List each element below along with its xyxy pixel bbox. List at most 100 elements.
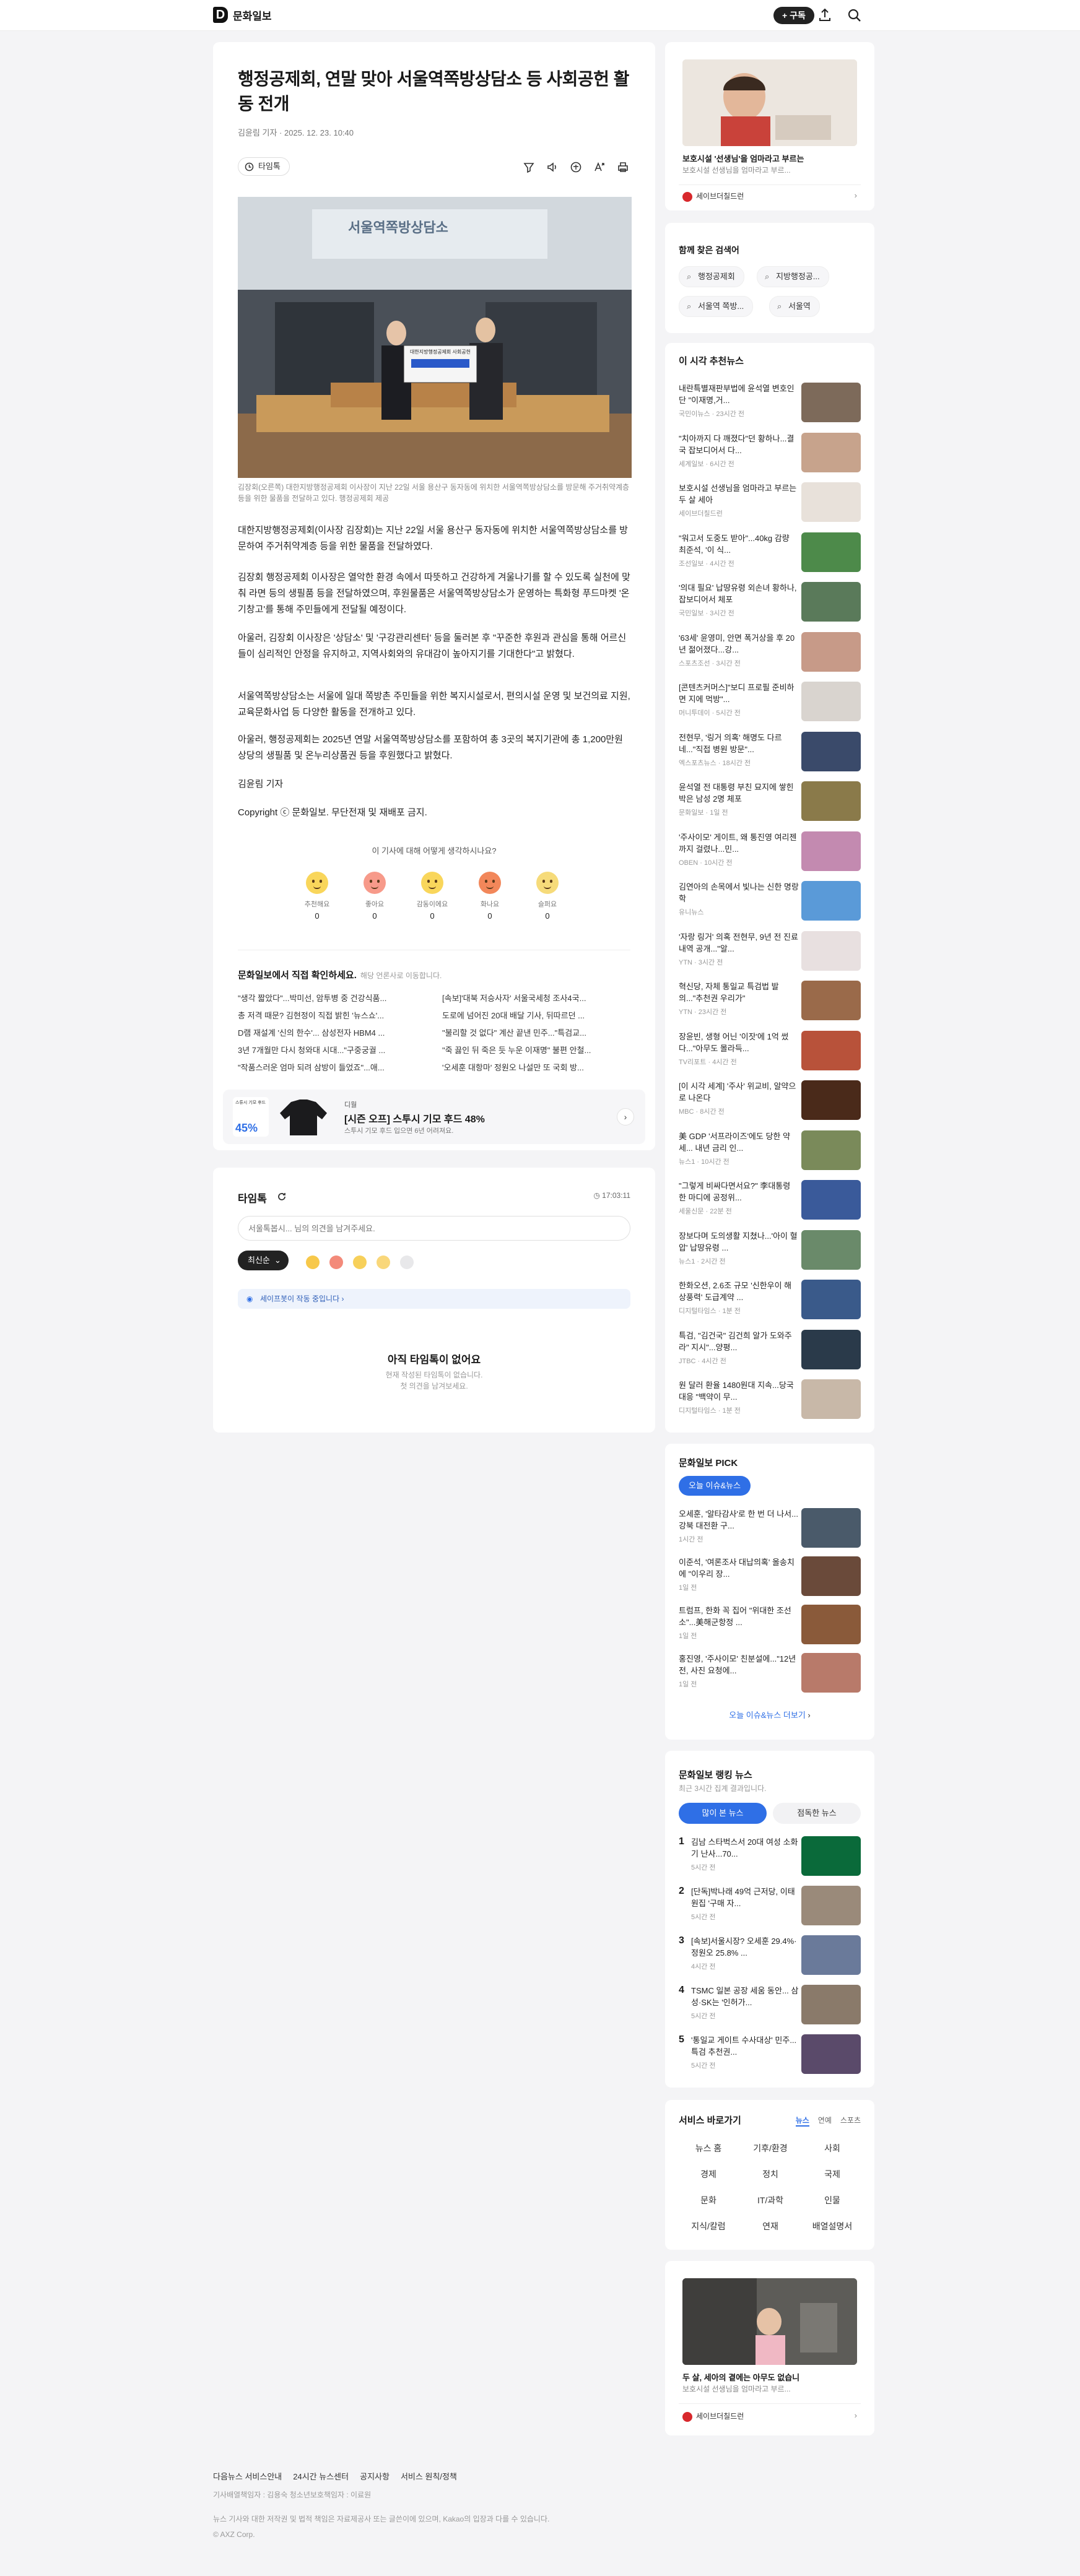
sort-dropdown[interactable]: 최신순 ⌄	[238, 1251, 289, 1270]
service-link[interactable]: 사회	[803, 2142, 862, 2154]
recommend-meta: 엑스포츠뉴스 · 18시간 전	[679, 759, 751, 767]
recommend-item[interactable]: 장윤빈, 생형 어닌 '이잣'에 1억 썼다..."아무도 몰라득... TV리포…	[679, 1030, 861, 1072]
recommend-item[interactable]: 전현무, '링거 의혹' 해명도 다르네..."직접 병원 방문"... 엑스포츠…	[679, 731, 861, 773]
recommend-item[interactable]: "치아까지 다 깨졌다"던 황하나...결국 잡보디어서 다... 세계일보 · …	[679, 432, 861, 474]
keyword-chip[interactable]: ⌕ 지방행정공...	[757, 266, 829, 287]
service-link[interactable]: 국제	[803, 2168, 862, 2180]
recommend-item[interactable]: 내란특별재판부법에 윤석열 변호인단 "이재명,거... 국민이뉴스 · 23시간…	[679, 383, 861, 423]
pick-item[interactable]: 홍진영, '주사이모' 친분설에..."12년 전, 사진 요청에... 1일 전	[679, 1653, 861, 1694]
service-link[interactable]: 배열설명서	[803, 2220, 862, 2232]
service-link[interactable]: 경제	[679, 2168, 738, 2180]
services-tab-ent[interactable]: 연예	[818, 2115, 832, 2127]
recommend-item[interactable]: "워고서 도중도 받아"...40kg 감량 최준석, '이 식... 조선일보 …	[679, 532, 861, 573]
pick-item[interactable]: 트럼프, 한화 꼭 집어 "위대한 조선소"...美해군항정 ... 1일 전	[679, 1605, 861, 1646]
footer-link[interactable]: 공지사항	[360, 2470, 390, 2482]
recommend-item[interactable]: 혁신당, 자체 통일교 특검법 발의..."추천권 우리가" YTN · 23시간…	[679, 981, 861, 1021]
related-link[interactable]: "작품스러운 엄마 되려 삼방이 들었죠"...애...	[238, 1061, 424, 1073]
keyword-chip[interactable]: ⌕ 행정공제회	[679, 266, 744, 287]
reaction-button[interactable]: 감동이에요 0	[411, 872, 454, 921]
related-link[interactable]: "죽 끓인 뒤 죽은 듯 누운 이재명" 불편 안철...	[442, 1044, 628, 1056]
ranking-item[interactable]: 1 김남 스타벅스서 20대 여성 소화기 난사...70... 5시간 전	[679, 1836, 861, 1877]
recommend-meta: 세이브더칠드런	[679, 510, 723, 518]
refresh-icon[interactable]	[276, 1191, 287, 1202]
site-logo[interactable]: D 문화일보	[213, 7, 272, 23]
footer-link[interactable]: 24시간 뉴스센터	[293, 2470, 349, 2482]
reaction-button[interactable]: 화나요 0	[468, 872, 512, 921]
emoji-filter-icon[interactable]	[400, 1255, 414, 1269]
chevron-right-icon[interactable]: ›	[617, 1108, 634, 1125]
footer-link[interactable]: 서비스 원칙/정책	[401, 2470, 457, 2482]
related-link[interactable]: [속보]'대북 저승사자' 서울국세청 조사4국...	[442, 992, 628, 1004]
emoji-filter-icon[interactable]	[353, 1255, 367, 1269]
service-link[interactable]: IT/과학	[741, 2194, 800, 2206]
pick-more-link[interactable]: 오늘 이슈&뉴스 더보기 ›	[679, 1709, 861, 1720]
share-icon[interactable]	[816, 7, 834, 24]
services-tab-sports[interactable]: 스포츠	[840, 2115, 861, 2127]
side-ad-card[interactable]: 보호시설 '선생님'을 엄마라고 부르는 보호시설 선생님을 엄마라고 부르..…	[665, 42, 874, 210]
emoji-filter-icon[interactable]	[329, 1255, 343, 1269]
related-link[interactable]: 도로에 넘어진 20대 배달 기사, 뒤따르던 ...	[442, 1009, 628, 1021]
emoji-filter-icon[interactable]	[377, 1255, 390, 1269]
ranking-item[interactable]: 5 '통일교 게이트 수사대상' 민주... 특검 추천권... 5시간 전	[679, 2034, 861, 2075]
reaction-button[interactable]: 좋아요 0	[353, 872, 396, 921]
safebot-banner[interactable]: ◉ 세이프봇이 작동 중입니다 ›	[238, 1289, 630, 1309]
side-ad2-card[interactable]: 두 살, 세아의 곁에는 아무도 없습니 보호시설 선생님을 엄마라고 부르..…	[665, 2261, 874, 2435]
recommend-item[interactable]: '의대 필요' 납땅유령 외손녀 황하나, 잡보디어서 체포 국민일보 · 3시간…	[679, 582, 861, 623]
footer-link[interactable]: 다음뉴스 서비스안내	[213, 2470, 282, 2482]
related-link[interactable]: "생각 짧았다"...박미선, 암투병 중 건강식품...	[238, 992, 424, 1004]
service-link[interactable]: 정치	[741, 2168, 800, 2180]
service-link[interactable]: 뉴스 홈	[679, 2142, 738, 2154]
reaction-button[interactable]: 슬퍼요 0	[526, 872, 569, 921]
empty-title: 아직 타임톡이 없어요	[387, 1354, 481, 1366]
article-ad[interactable]: 스튜시 기모 후드 45% 디월 [시즌 오프] 스투시 기모 후드 48% 스…	[223, 1090, 645, 1144]
print-icon[interactable]	[616, 160, 630, 175]
keyword-chip[interactable]: ⌕ 서울역	[769, 296, 820, 317]
recommend-item[interactable]: "그렇게 비싸다면서요?" 李대통령 한 마디에 공정위... 세울신문 · 22…	[679, 1180, 861, 1221]
recommend-item[interactable]: 한화오션, 2.6조 규모 '신한우이 해상풍력' 도급계약 ... 디지털타임스…	[679, 1280, 861, 1321]
ranking-item[interactable]: 3 [속보]서울시장? 오세훈 29.4%·정원오 25.8% ... 4시간 전	[679, 1935, 861, 1976]
recommend-item[interactable]: 원 달러 환율 1480원대 지속...당국 대응 "백약이 무... 디지털타임…	[679, 1379, 861, 1420]
related-link[interactable]: 3년 7개월만 다시 청와대 시대..."구중궁궐 ...	[238, 1044, 424, 1056]
service-link[interactable]: 인물	[803, 2194, 862, 2206]
recommend-item[interactable]: 장보다며 도의생활 지쳤나...'아이 혈압' 납땅유령 ... 뉴스1 · 2시…	[679, 1229, 861, 1271]
services-tab-news[interactable]: 뉴스	[795, 2115, 809, 2127]
recommend-item[interactable]: 보호시설 선생님을 엄마라고 부르는 두 살 세아 세이브더칠드런	[679, 482, 861, 523]
service-link[interactable]: 연재	[741, 2220, 800, 2232]
service-link[interactable]: 기후/환경	[741, 2142, 800, 2154]
recommend-item[interactable]: 특검, "김건국" 김건희 알가 도와주라" 지시"...양평... JTBC ·…	[679, 1329, 861, 1371]
service-link[interactable]: 문화	[679, 2194, 738, 2206]
recommend-item[interactable]: 김연아의 손목에서 빛나는 신한 명랑학 유니뉴스	[679, 881, 861, 922]
emoji-filter-icon[interactable]	[306, 1255, 320, 1269]
recommend-item[interactable]: 윤석열 전 대통령 부친 묘지에 쌓힌 박은 남성 2명 체포 문화일보 · 1일…	[679, 781, 861, 822]
pick-item[interactable]: 오세훈, '알타감사'로 한 번 더 나서...강북 대전환 구... 1시간 전	[679, 1508, 861, 1549]
font-size-icon[interactable]	[592, 160, 607, 175]
recommend-item[interactable]: [콘텐츠커머스]"보디 프로필 준비하면 지에 먹방"... 머니투데이 · 5시…	[679, 682, 861, 722]
timetalk-input[interactable]	[238, 1216, 630, 1241]
recommend-item[interactable]: '자랑 링거' 의혹 전현무, 9년 전 진료 내역 공개..."알... YTN…	[679, 930, 861, 972]
recommend-item[interactable]: [이 시각 세계] '주사' 위교비, 알약으로 나온다 MBC · 8시간 전	[679, 1080, 861, 1121]
recommend-item[interactable]: '63세' 윤영미, 안면 폭거상을 후 20년 젊어졌다...강... 스포츠조…	[679, 631, 861, 673]
ranking-item[interactable]: 2 [단독]박나래 49억 근저당, 이태원집 '구매 자... 5시간 전	[679, 1886, 861, 1927]
reaction-button[interactable]: 추천해요 0	[295, 872, 339, 921]
recommend-item[interactable]: 美 GDP '서프라이즈'에도 당한 약세... 내년 금리 인... 뉴스1 ·…	[679, 1130, 861, 1171]
related-link[interactable]: "불리할 것 없다" 계산 끝낸 민주..."특검교...	[442, 1026, 628, 1038]
pick-tab[interactable]: 오늘 이슈&뉴스	[679, 1476, 751, 1496]
pick-item[interactable]: 이준석, '여론조사 대납의혹' 올송치에 "이우리 장... 1일 전	[679, 1556, 861, 1597]
translate-icon[interactable]	[568, 160, 583, 175]
related-link[interactable]: '오세훈 대항마' 정원오 나설만 또 국회 방...	[442, 1061, 628, 1073]
service-link[interactable]: 지식/칼럼	[679, 2220, 738, 2232]
ranking-item[interactable]: 4 TSMC 일본 공장 세움 동안... 삼성·SK는 '인허가... 5시간 전	[679, 1985, 861, 2026]
timetalk-chip[interactable]: 타임톡	[238, 157, 290, 176]
search-icon[interactable]	[846, 7, 863, 24]
related-link[interactable]: 총 저격 때문? 김현정이 직접 밝힌 '뉴스쇼'...	[238, 1009, 424, 1021]
footer-line2: 뉴스 기사와 대한 저작권 및 법적 책임은 자료제공사 또는 글쓴이에 있으며…	[213, 2515, 550, 2523]
summary-icon[interactable]	[521, 160, 536, 175]
tab-most-read[interactable]: 점독한 뉴스	[773, 1803, 861, 1824]
keyword-chip[interactable]: ⌕ 서울역 쪽방...	[679, 296, 754, 317]
related-link[interactable]: D램 재설계 '신의 한수'... 삼성전자 HBM4 ...	[238, 1026, 424, 1038]
tab-most-viewed[interactable]: 많이 본 뉴스	[679, 1803, 767, 1824]
subscribe-button[interactable]: + 구독	[773, 7, 814, 24]
recommend-item[interactable]: '주사이모' 게이트, 왜 통진영 여리젠까지 걸렸나...민... OBEN ·…	[679, 831, 861, 872]
recommend-headline: "워고서 도중도 받아"...40kg 감량 최준석, '이 식...	[679, 533, 790, 555]
audio-icon[interactable]	[545, 160, 560, 175]
